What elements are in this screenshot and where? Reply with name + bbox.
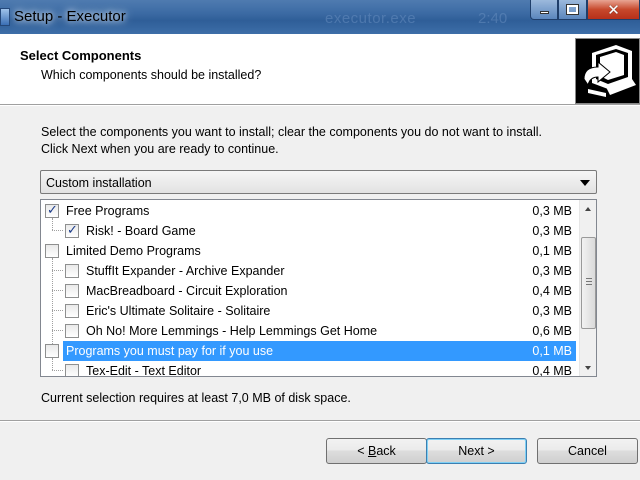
minimize-button[interactable] [530, 0, 558, 20]
chevron-down-icon [580, 180, 590, 186]
component-row[interactable]: Limited Demo Programs 0,1 MB [41, 241, 576, 261]
component-size: 0,3 MB [532, 224, 572, 238]
scroll-down-arrow-icon[interactable] [580, 359, 596, 376]
minimize-icon [539, 11, 549, 14]
cancel-button[interactable]: Cancel [537, 438, 638, 464]
component-row[interactable]: Oh No! More Lemmings - Help Lemmings Get… [41, 321, 576, 341]
close-icon: ✕ [607, 1, 620, 19]
component-checkbox[interactable] [45, 344, 59, 358]
component-label: StuffIt Expander - Archive Expander [86, 264, 285, 278]
component-label: Free Programs [66, 204, 150, 218]
component-label: MacBreadboard - Circuit Exploration [86, 284, 288, 298]
next-button[interactable]: Next > [426, 438, 527, 464]
component-checkbox[interactable] [65, 364, 79, 376]
checkmark-icon: ✓ [47, 202, 58, 217]
disk-space-requirement: Current selection requires at least 7,0 … [41, 391, 351, 405]
cancel-button-label: Cancel [568, 444, 607, 458]
component-row[interactable]: ✓ Risk! - Board Game 0,3 MB [41, 221, 576, 241]
window-title: Setup - Executor [14, 8, 126, 25]
maximize-button[interactable] [558, 0, 587, 20]
next-button-label: Next > [458, 444, 495, 458]
background-window-number: 2:40 [478, 10, 508, 27]
component-checkbox[interactable] [65, 324, 79, 338]
component-checkbox[interactable] [65, 264, 79, 278]
grip-icon [586, 278, 592, 285]
component-row[interactable]: Programs you must pay for if you use 0,1 … [41, 341, 576, 361]
maximize-icon [566, 4, 579, 15]
component-size: 0,1 MB [532, 244, 572, 258]
setup-app-icon [0, 8, 10, 26]
component-label: Oh No! More Lemmings - Help Lemmings Get… [86, 324, 378, 338]
component-checkbox[interactable] [65, 284, 79, 298]
component-size: 0,4 MB [532, 364, 572, 377]
installation-type-value: Custom installation [46, 176, 152, 190]
back-button-prefix: < [357, 444, 368, 458]
list-scrollbar[interactable] [579, 200, 596, 376]
wizard-header: Select Components Which components shoul… [0, 34, 640, 104]
scroll-thumb[interactable] [581, 237, 596, 329]
component-checkbox[interactable]: ✓ [65, 222, 79, 238]
background-window-text: executor.exe [325, 10, 417, 27]
component-size: 0,1 MB [532, 344, 572, 358]
back-button-rest: ack [376, 444, 396, 458]
component-label: Eric's Ultimate Solitaire - Solitaire [86, 304, 271, 318]
instructions-line-1: Select the components you want to instal… [41, 125, 542, 139]
component-row[interactable]: StuffIt Expander - Archive Expander 0,3 M… [41, 261, 576, 281]
component-checkbox[interactable] [65, 304, 79, 318]
page-title: Select Components [20, 48, 142, 63]
instructions-line-2: Click Next when you are ready to continu… [41, 142, 279, 156]
component-size: 0,6 MB [532, 324, 572, 338]
component-checkbox[interactable] [45, 244, 59, 258]
component-label: Tex-Edit - Text Editor [86, 364, 202, 377]
close-button[interactable]: ✕ [587, 0, 640, 20]
component-label: Programs you must pay for if you use [66, 344, 274, 358]
component-size: 0,4 MB [532, 284, 572, 298]
component-checkbox[interactable]: ✓ [45, 202, 59, 218]
instructions: Select the components you want to instal… [41, 124, 542, 158]
component-row[interactable]: ✓ Free Programs 0,3 MB [41, 201, 576, 221]
back-button[interactable]: < Back [326, 438, 427, 464]
computer-install-icon [575, 38, 640, 104]
components-list[interactable]: ✓ Free Programs 0,3 MB ✓ Risk! - Board Game 0… [40, 199, 597, 377]
title-bar: Setup - Executor executor.exe 2:40 ✕ [0, 0, 640, 34]
component-row[interactable]: Tex-Edit - Text Editor 0,4 MB [41, 361, 576, 377]
component-row[interactable]: MacBreadboard - Circuit Exploration 0,4 M… [41, 281, 576, 301]
component-size: 0,3 MB [532, 264, 572, 278]
page-subtitle: Which components should be installed? [41, 68, 262, 82]
scroll-up-arrow-icon[interactable] [580, 200, 596, 217]
component-label: Risk! - Board Game [86, 224, 196, 238]
component-size: 0,3 MB [532, 304, 572, 318]
checkmark-icon: ✓ [67, 222, 78, 237]
back-button-accelerator: B [367, 444, 377, 458]
component-size: 0,3 MB [532, 204, 572, 218]
installation-type-dropdown[interactable]: Custom installation [40, 170, 597, 194]
header-divider [0, 104, 640, 106]
footer-divider [0, 420, 640, 422]
component-label: Limited Demo Programs [66, 244, 201, 258]
component-row[interactable]: Eric's Ultimate Solitaire - Solitaire 0,3… [41, 301, 576, 321]
